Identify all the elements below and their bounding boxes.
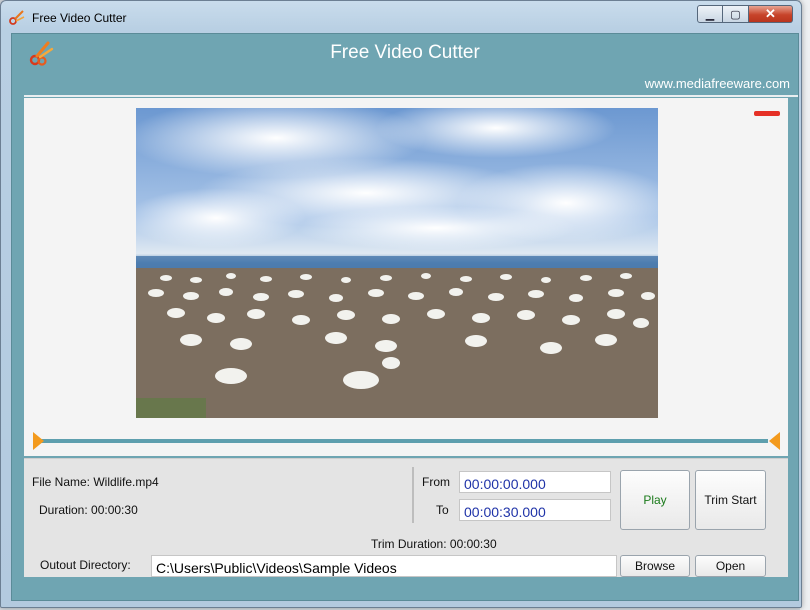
output-directory-label: Outout Directory:	[40, 558, 131, 572]
from-time-input[interactable]: 00:00:00.000	[459, 471, 611, 493]
website-link[interactable]: www.mediafreeware.com	[645, 76, 790, 91]
caption-buttons: ▁ ▢ ✕	[697, 5, 793, 23]
duration-label: Duration: 00:00:30	[39, 503, 138, 517]
trim-start-button[interactable]: Trim Start	[695, 470, 766, 530]
video-preview-area	[24, 98, 788, 456]
app-client-area: Free Video Cutter www.mediafreeware.com	[11, 33, 799, 601]
play-button[interactable]: Play	[620, 470, 690, 530]
video-preview[interactable]	[136, 108, 658, 418]
controls-panel: File Name: Wildlife.mp4 Duration: 00:00:…	[24, 458, 788, 577]
trim-end-handle[interactable]	[769, 432, 780, 450]
from-label: From	[422, 475, 450, 489]
scissors-app-icon	[9, 10, 25, 25]
to-label: To	[436, 503, 449, 517]
timeline-track[interactable]	[34, 439, 768, 443]
app-title: Free Video Cutter	[330, 42, 480, 63]
trim-start-handle[interactable]	[33, 432, 44, 450]
output-directory-input[interactable]: C:\Users\Public\Videos\Sample Videos	[151, 555, 617, 577]
app-window: Free Video Cutter ▁ ▢ ✕ Free Video Cutte…	[0, 0, 802, 608]
video-frame-image	[136, 108, 658, 418]
window-title: Free Video Cutter	[32, 11, 127, 25]
trim-duration-label: Trim Duration: 00:00:30	[371, 537, 497, 551]
maximize-button[interactable]: ▢	[723, 5, 749, 23]
open-button[interactable]: Open	[695, 555, 766, 577]
status-indicator	[754, 111, 780, 116]
title-bar[interactable]: Free Video Cutter ▁ ▢ ✕	[1, 1, 801, 33]
to-time-input[interactable]: 00:00:30.000	[459, 499, 611, 521]
browse-button[interactable]: Browse	[620, 555, 690, 577]
header-divider	[24, 95, 798, 97]
file-name-label: File Name: Wildlife.mp4	[32, 475, 159, 489]
minimize-button[interactable]: ▁	[697, 5, 723, 23]
controls-divider	[412, 467, 414, 523]
close-button[interactable]: ✕	[749, 5, 793, 23]
